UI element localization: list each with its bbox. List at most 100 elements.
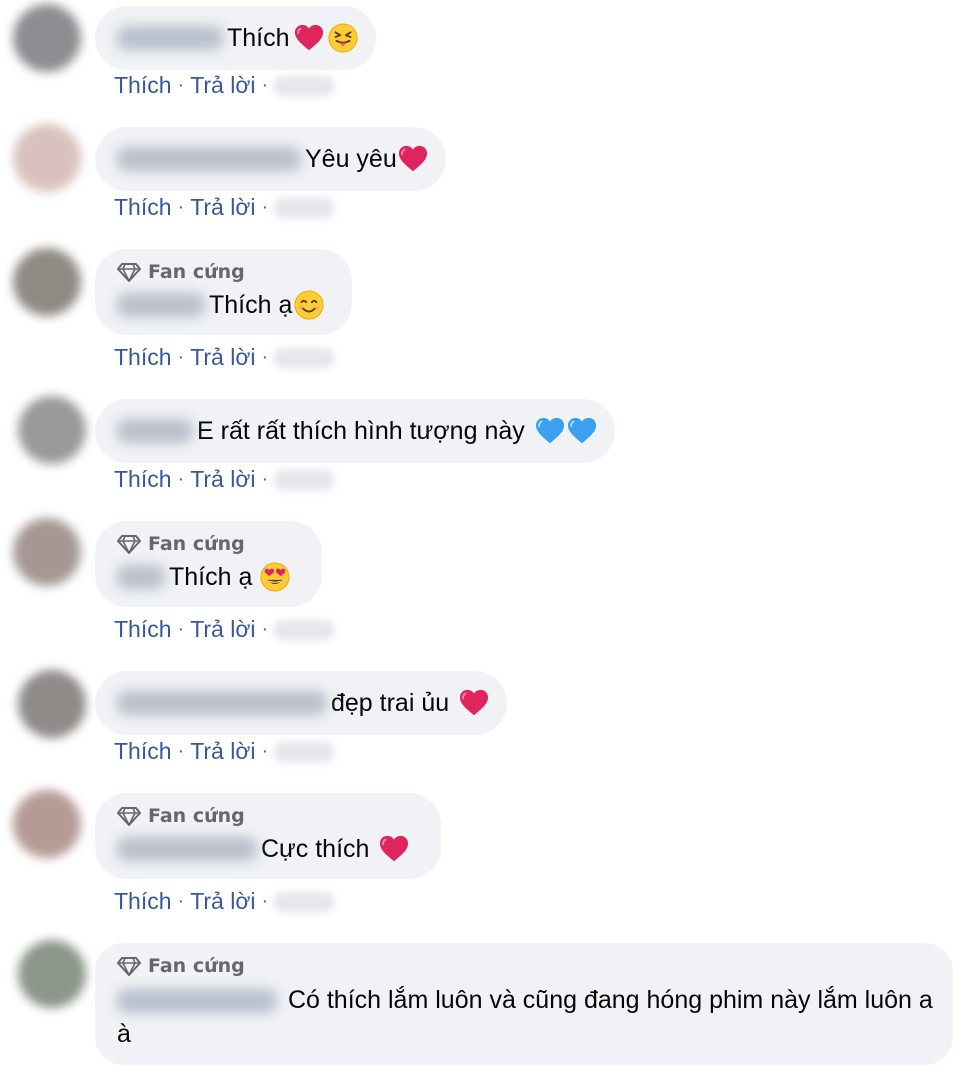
comment-bubble: Fan cứng . Thích ạ bbox=[95, 249, 352, 335]
timestamp[interactable] bbox=[274, 75, 335, 96]
timestamp[interactable] bbox=[274, 197, 335, 218]
heart-emoji bbox=[459, 688, 489, 718]
comment-text-line: . Có thích lắm luôn và cũng đang hóng ph… bbox=[117, 983, 935, 1051]
blue-heart-emoji bbox=[567, 416, 597, 446]
comment-bubble: . Yêu yêu bbox=[95, 127, 446, 191]
author-name[interactable]: . bbox=[117, 147, 301, 171]
diamond-icon bbox=[117, 534, 141, 554]
avatar[interactable] bbox=[18, 670, 86, 738]
comment-bubble: Fan cứng . Thích ạ bbox=[95, 521, 322, 607]
smiling-blush-emoji bbox=[294, 290, 324, 320]
separator-dot: · bbox=[261, 740, 269, 762]
comment-text-line: . đẹp trai ủu bbox=[117, 687, 489, 719]
comment-bubble: . Thích bbox=[95, 6, 376, 70]
comment-actions: Thích · Trả lời · bbox=[114, 72, 335, 99]
comment-text-line: . Thích ạ bbox=[117, 561, 304, 593]
badge-label: Fan cứng bbox=[148, 533, 245, 555]
heart-emoji bbox=[379, 834, 409, 864]
squinting-tongue-emoji bbox=[328, 23, 358, 53]
reply-link[interactable]: Trả lời bbox=[190, 344, 255, 371]
heart-emoji bbox=[294, 23, 324, 53]
comment-text-line: . Thích ạ bbox=[117, 289, 334, 321]
top-fan-badge: Fan cứng bbox=[117, 261, 334, 283]
comment-actions: Thích · Trả lời · bbox=[114, 344, 335, 371]
timestamp[interactable] bbox=[274, 891, 335, 912]
badge-label: Fan cứng bbox=[148, 955, 245, 977]
author-name[interactable]: . bbox=[117, 565, 165, 589]
separator-dot: · bbox=[177, 740, 185, 762]
comment-actions: Thích · Trả lời · bbox=[114, 616, 335, 643]
badge-label: Fan cứng bbox=[148, 261, 245, 283]
comment-text: đẹp trai ủu bbox=[331, 689, 450, 717]
separator-dot: · bbox=[261, 196, 269, 218]
separator-dot: · bbox=[177, 346, 185, 368]
author-name[interactable]: . bbox=[117, 26, 223, 50]
separator-dot: · bbox=[177, 618, 185, 640]
avatar[interactable] bbox=[13, 518, 81, 586]
top-fan-badge: Fan cứng bbox=[117, 955, 935, 977]
comment-text-line: . Yêu yêu bbox=[117, 143, 428, 175]
reply-link[interactable]: Trả lời bbox=[190, 194, 255, 221]
like-link[interactable]: Thích bbox=[114, 72, 172, 99]
comment-text-line: . Cực thích bbox=[117, 833, 423, 865]
separator-dot: · bbox=[177, 468, 185, 490]
separator-dot: · bbox=[261, 74, 269, 96]
comment-bubble: Fan cứng . Có thích lắm luôn và cũng đan… bbox=[95, 943, 953, 1065]
comment-actions: Thích · Trả lời · bbox=[114, 466, 335, 493]
author-name[interactable]: . bbox=[117, 419, 193, 443]
reply-link[interactable]: Trả lời bbox=[190, 738, 255, 765]
avatar[interactable] bbox=[18, 396, 86, 464]
heart-eyes-emoji bbox=[260, 562, 290, 592]
heart-emoji bbox=[398, 144, 428, 174]
diamond-icon bbox=[117, 806, 141, 826]
separator-dot: · bbox=[177, 890, 185, 912]
like-link[interactable]: Thích bbox=[114, 738, 172, 765]
avatar[interactable] bbox=[13, 4, 81, 72]
comment-text: Thích ạ bbox=[169, 563, 253, 591]
author-name[interactable]: . bbox=[117, 837, 257, 861]
author-name[interactable]: . bbox=[117, 293, 205, 317]
separator-dot: · bbox=[261, 618, 269, 640]
avatar[interactable] bbox=[18, 940, 86, 1008]
diamond-icon bbox=[117, 956, 141, 976]
avatar[interactable] bbox=[13, 248, 81, 316]
separator-dot: · bbox=[261, 890, 269, 912]
top-fan-badge: Fan cứng bbox=[117, 533, 304, 555]
like-link[interactable]: Thích bbox=[114, 888, 172, 915]
comment-text: Cực thích bbox=[261, 835, 370, 863]
timestamp[interactable] bbox=[274, 347, 335, 368]
comment-actions: Thích · Trả lời · bbox=[114, 194, 335, 221]
top-fan-badge: Fan cứng bbox=[117, 805, 423, 827]
author-name[interactable]: . bbox=[117, 989, 277, 1014]
separator-dot: · bbox=[177, 196, 185, 218]
timestamp[interactable] bbox=[274, 619, 335, 640]
reply-link[interactable]: Trả lời bbox=[190, 888, 255, 915]
comment-bubble: Fan cứng . Cực thích bbox=[95, 793, 441, 879]
like-link[interactable]: Thích bbox=[114, 616, 172, 643]
avatar[interactable] bbox=[13, 790, 81, 858]
separator-dot: · bbox=[261, 468, 269, 490]
badge-label: Fan cứng bbox=[148, 805, 245, 827]
separator-dot: · bbox=[261, 346, 269, 368]
comment-text: Thích bbox=[227, 24, 290, 52]
comment-text-line: . Thích bbox=[117, 22, 358, 54]
avatar[interactable] bbox=[13, 124, 81, 192]
comment-text: E rất rất thích hình tượng này bbox=[197, 417, 525, 445]
author-name[interactable]: . bbox=[117, 691, 327, 715]
like-link[interactable]: Thích bbox=[114, 466, 172, 493]
blue-heart-emoji bbox=[535, 416, 565, 446]
timestamp[interactable] bbox=[274, 741, 335, 762]
comment-actions: Thích · Trả lời · bbox=[114, 888, 335, 915]
reply-link[interactable]: Trả lời bbox=[190, 616, 255, 643]
comment-bubble: . E rất rất thích hình tượng này bbox=[95, 399, 615, 463]
comment-text: Yêu yêu bbox=[305, 145, 397, 173]
reply-link[interactable]: Trả lời bbox=[190, 72, 255, 99]
timestamp[interactable] bbox=[274, 469, 335, 490]
like-link[interactable]: Thích bbox=[114, 194, 172, 221]
comment-text: Thích ạ bbox=[209, 291, 293, 319]
comment-text-line: . E rất rất thích hình tượng này bbox=[117, 415, 597, 447]
diamond-icon bbox=[117, 262, 141, 282]
like-link[interactable]: Thích bbox=[114, 344, 172, 371]
reply-link[interactable]: Trả lời bbox=[190, 466, 255, 493]
comment-bubble: . đẹp trai ủu bbox=[95, 671, 508, 735]
